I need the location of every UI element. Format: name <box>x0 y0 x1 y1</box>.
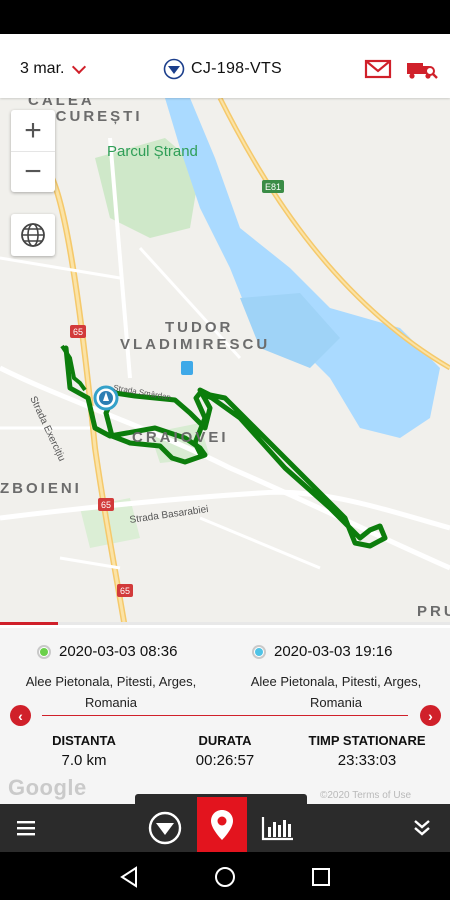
trip-summary-panel: 2020-03-03 08:36 2020-03-03 19:16 Alee P… <box>0 622 450 807</box>
trip-end: 2020-03-03 19:16 <box>252 643 392 660</box>
street-label: Strada Basarabiei <box>129 504 209 526</box>
bar-chart-icon <box>261 817 293 841</box>
road <box>0 489 450 531</box>
vehicle-id: CJ-198-VTS <box>191 60 283 77</box>
tab-reports[interactable] <box>258 804 298 852</box>
end-address: Alee Pietonala, Pitesti, Arges, Romania <box>250 674 422 710</box>
end-dot-icon <box>252 644 266 659</box>
status-bar <box>0 0 450 34</box>
chevron-down-icon <box>72 59 87 75</box>
start-dot-icon <box>37 644 51 659</box>
start-datetime: 2020-03-03 08:36 <box>59 643 178 660</box>
road-shield-65: 65 <box>98 498 114 511</box>
previous-trip-button[interactable]: ‹ <box>10 705 31 726</box>
map-type-button[interactable] <box>11 214 55 256</box>
back-icon[interactable] <box>118 866 140 888</box>
map-label-craiovei: CRAIOVEI <box>132 429 229 446</box>
map-label-park: Parcul Ștrand <box>107 143 198 160</box>
zoom-control: + − <box>11 110 55 192</box>
panel-accent <box>0 622 58 625</box>
svg-text:E81: E81 <box>265 182 281 192</box>
road-shield-65: 65 <box>117 584 133 597</box>
double-chevron-down-icon <box>414 820 430 836</box>
stat-duration: DURATA 00:26:57 <box>180 733 270 769</box>
stat-label: DISTANTA <box>52 733 116 748</box>
menu-button[interactable] <box>0 804 52 852</box>
home-icon[interactable] <box>214 866 236 888</box>
stat-value: 00:26:57 <box>195 752 255 769</box>
tab-vehicles[interactable] <box>145 804 185 852</box>
map-label-vladimirescu: VLADIMIRESCU <box>120 336 271 353</box>
system-nav-bar <box>0 852 450 900</box>
end-datetime: 2020-03-03 19:16 <box>274 643 393 660</box>
mail-icon[interactable] <box>364 58 392 80</box>
street-label: Strada Smârdan <box>113 383 172 402</box>
top-bar: 3 mar. CJ-198-VTS <box>0 34 450 98</box>
vehicle-direction-icon <box>163 58 185 80</box>
map-label-tudor: TUDOR <box>165 319 234 336</box>
svg-text:65: 65 <box>120 586 130 596</box>
map-attribution: ©2020 Terms of Use <box>320 790 412 801</box>
stat-label: DURATA <box>198 733 252 748</box>
stat-distance: DISTANTA 7.0 km <box>40 733 128 769</box>
road-shield-e81: E81 <box>262 180 284 193</box>
truck-search-icon[interactable] <box>406 58 438 80</box>
svg-text:65: 65 <box>101 500 111 510</box>
stat-label: TIMP STATIONARE <box>308 733 426 748</box>
start-address: Alee Pietonala, Pitesti, Arges, Romania <box>25 674 197 710</box>
divider <box>42 715 408 716</box>
vehicle-direction-icon <box>148 811 182 845</box>
zoom-in-button[interactable]: + <box>11 110 55 152</box>
next-trip-button[interactable]: › <box>420 705 441 726</box>
svg-text:65: 65 <box>73 327 83 337</box>
map-label-pru: PRU <box>417 603 450 620</box>
zoom-out-button[interactable]: − <box>11 151 55 192</box>
map-canvas: 65 65 65 E81 Strada Exercițiu Strada Bas… <box>0 98 450 628</box>
recents-icon[interactable] <box>311 867 331 887</box>
stat-value: 23:33:03 <box>337 752 397 769</box>
train-station-icon <box>181 361 193 375</box>
date-label: 3 mar. <box>20 60 65 77</box>
stat-idle-time: TIMP STATIONARE 23:33:03 <box>300 733 434 769</box>
vehicle-selector[interactable]: CJ-198-VTS <box>163 58 282 80</box>
map-pin-icon <box>211 809 233 840</box>
river <box>165 98 440 438</box>
tab-map[interactable] <box>197 797 247 852</box>
hamburger-icon <box>17 821 35 836</box>
map-label-razboieni: ZBOIENI <box>0 480 82 497</box>
date-selector[interactable]: 3 mar. <box>20 59 87 78</box>
stat-value: 7.0 km <box>61 752 107 769</box>
google-logo: Google <box>8 775 87 800</box>
road-shield-65: 65 <box>70 325 86 338</box>
expand-button[interactable] <box>400 804 444 852</box>
map-view[interactable]: 65 65 65 E81 Strada Exercițiu Strada Bas… <box>0 98 450 628</box>
trip-start: 2020-03-03 08:36 <box>37 643 177 660</box>
globe-icon <box>21 223 45 247</box>
